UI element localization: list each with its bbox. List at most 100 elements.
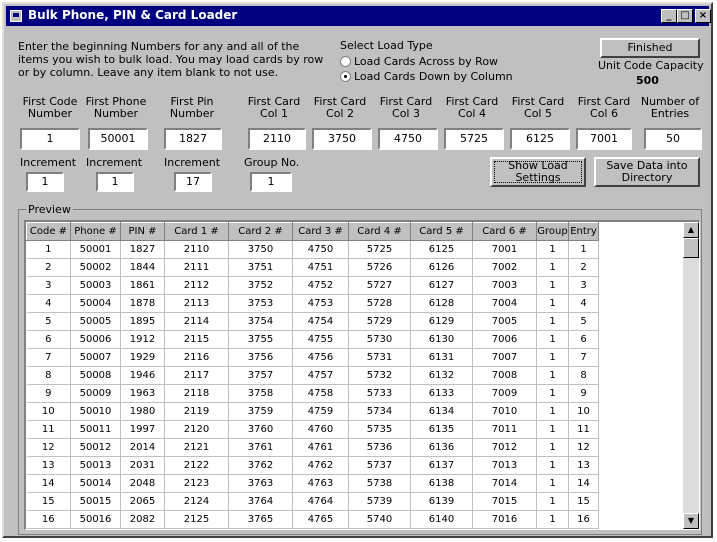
table-cell[interactable]: 7002 bbox=[472, 258, 537, 277]
table-cell[interactable]: 5738 bbox=[348, 474, 411, 493]
table-cell[interactable]: 1 bbox=[536, 294, 569, 313]
table-cell[interactable]: 6131 bbox=[410, 348, 473, 367]
column-header[interactable]: Entry bbox=[568, 222, 599, 241]
column-header[interactable]: Card 2 # bbox=[228, 222, 293, 241]
table-cell[interactable]: 6129 bbox=[410, 312, 473, 331]
first-card-col3-input[interactable]: 4750 bbox=[378, 128, 438, 150]
table-cell[interactable]: 2125 bbox=[164, 510, 229, 529]
table-cell[interactable]: 7 bbox=[26, 348, 71, 367]
table-cell[interactable]: 4760 bbox=[292, 420, 349, 439]
column-header[interactable]: Group bbox=[536, 222, 569, 241]
table-cell[interactable]: 7016 bbox=[472, 510, 537, 529]
first-pin-input[interactable]: 1827 bbox=[164, 128, 222, 150]
table-cell[interactable]: 7010 bbox=[472, 402, 537, 421]
table-cell[interactable]: 2121 bbox=[164, 438, 229, 457]
table-cell[interactable]: 2113 bbox=[164, 294, 229, 313]
table-cell[interactable]: 3751 bbox=[228, 258, 293, 277]
table-cell[interactable]: 3755 bbox=[228, 330, 293, 349]
table-cell[interactable]: 1895 bbox=[120, 312, 165, 331]
table-cell[interactable]: 7006 bbox=[472, 330, 537, 349]
table-cell[interactable]: 10 bbox=[26, 402, 71, 421]
table-cell[interactable]: 5730 bbox=[348, 330, 411, 349]
table-cell[interactable]: 2048 bbox=[120, 474, 165, 493]
table-cell[interactable]: 2 bbox=[568, 258, 599, 277]
table-cell[interactable]: 6130 bbox=[410, 330, 473, 349]
table-cell[interactable]: 4756 bbox=[292, 348, 349, 367]
table-cell[interactable]: 7015 bbox=[472, 492, 537, 511]
table-cell[interactable]: 6138 bbox=[410, 474, 473, 493]
table-cell[interactable]: 6127 bbox=[410, 276, 473, 295]
table-cell[interactable]: 4757 bbox=[292, 366, 349, 385]
first-card-col5-input[interactable]: 6125 bbox=[510, 128, 570, 150]
scroll-up-icon[interactable]: ▲ bbox=[683, 222, 699, 238]
column-header[interactable]: Phone # bbox=[70, 222, 121, 241]
table-cell[interactable]: 1 bbox=[536, 438, 569, 457]
table-cell[interactable]: 7009 bbox=[472, 384, 537, 403]
table-cell[interactable]: 5727 bbox=[348, 276, 411, 295]
table-cell[interactable]: 1827 bbox=[120, 240, 165, 259]
table-cell[interactable]: 50006 bbox=[70, 330, 121, 349]
radio-load-by-column[interactable] bbox=[340, 71, 351, 82]
table-cell[interactable]: 3753 bbox=[228, 294, 293, 313]
table-cell[interactable]: 1946 bbox=[120, 366, 165, 385]
table-cell[interactable]: 4752 bbox=[292, 276, 349, 295]
table-row[interactable]: 7 50007 1929 2116 3756 4756 5731 6131 7007 1 7 bbox=[26, 348, 599, 367]
table-cell[interactable]: 1 bbox=[536, 492, 569, 511]
radio-load-by-row-label[interactable]: Load Cards Across by Row bbox=[354, 56, 498, 68]
table-cell[interactable]: 12 bbox=[26, 438, 71, 457]
table-cell[interactable]: 6132 bbox=[410, 366, 473, 385]
table-cell[interactable]: 1 bbox=[536, 402, 569, 421]
table-cell[interactable]: 1844 bbox=[120, 258, 165, 277]
table-cell[interactable]: 6134 bbox=[410, 402, 473, 421]
table-cell[interactable]: 5739 bbox=[348, 492, 411, 511]
table-row[interactable]: 10 50010 1980 2119 3759 4759 5734 6134 7010 1 10 bbox=[26, 402, 599, 421]
table-cell[interactable]: 4759 bbox=[292, 402, 349, 421]
table-cell[interactable]: 50015 bbox=[70, 492, 121, 511]
table-cell[interactable]: 1 bbox=[568, 240, 599, 259]
table-cell[interactable]: 4755 bbox=[292, 330, 349, 349]
scroll-down-icon[interactable]: ▼ bbox=[683, 513, 699, 529]
table-cell[interactable]: 50008 bbox=[70, 366, 121, 385]
table-cell[interactable]: 3757 bbox=[228, 366, 293, 385]
table-cell[interactable]: 11 bbox=[568, 420, 599, 439]
table-cell[interactable]: 6133 bbox=[410, 384, 473, 403]
table-cell[interactable]: 1 bbox=[536, 420, 569, 439]
table-cell[interactable]: 2119 bbox=[164, 402, 229, 421]
maximize-button[interactable]: □ bbox=[677, 9, 693, 23]
table-cell[interactable]: 1 bbox=[536, 258, 569, 277]
table-cell[interactable]: 2116 bbox=[164, 348, 229, 367]
entries-input[interactable]: 50 bbox=[644, 128, 702, 150]
table-cell[interactable]: 5740 bbox=[348, 510, 411, 529]
group-number-input[interactable]: 1 bbox=[250, 172, 292, 192]
table-cell[interactable]: 1 bbox=[536, 384, 569, 403]
table-cell[interactable]: 4754 bbox=[292, 312, 349, 331]
table-cell[interactable]: 10 bbox=[568, 402, 599, 421]
table-cell[interactable]: 4751 bbox=[292, 258, 349, 277]
table-cell[interactable]: 2114 bbox=[164, 312, 229, 331]
table-cell[interactable]: 50002 bbox=[70, 258, 121, 277]
first-card-col4-input[interactable]: 5725 bbox=[444, 128, 504, 150]
table-cell[interactable]: 4764 bbox=[292, 492, 349, 511]
table-cell[interactable]: 3763 bbox=[228, 474, 293, 493]
table-cell[interactable]: 4753 bbox=[292, 294, 349, 313]
table-cell[interactable]: 1 bbox=[536, 474, 569, 493]
table-cell[interactable]: 1 bbox=[536, 240, 569, 259]
table-cell[interactable]: 8 bbox=[568, 366, 599, 385]
table-cell[interactable]: 2117 bbox=[164, 366, 229, 385]
app-icon[interactable] bbox=[10, 10, 22, 22]
table-cell[interactable]: 7001 bbox=[472, 240, 537, 259]
table-cell[interactable]: 6135 bbox=[410, 420, 473, 439]
table-row[interactable]: 6 50006 1912 2115 3755 4755 5730 6130 7006 1 6 bbox=[26, 330, 599, 349]
table-cell[interactable]: 7 bbox=[568, 348, 599, 367]
table-row[interactable]: 11 50011 1997 2120 3760 4760 5735 6135 7011 1 11 bbox=[26, 420, 599, 439]
table-row[interactable]: 15 50015 2065 2124 3764 4764 5739 6139 7015 1 15 bbox=[26, 492, 599, 511]
column-header[interactable]: Card 3 # bbox=[292, 222, 349, 241]
table-row[interactable]: 9 50009 1963 2118 3758 4758 5733 6133 7009 1 9 bbox=[26, 384, 599, 403]
table-cell[interactable]: 6136 bbox=[410, 438, 473, 457]
table-cell[interactable]: 3756 bbox=[228, 348, 293, 367]
table-cell[interactable]: 4761 bbox=[292, 438, 349, 457]
table-cell[interactable]: 4765 bbox=[292, 510, 349, 529]
table-cell[interactable]: 2110 bbox=[164, 240, 229, 259]
table-row[interactable]: 2 50002 1844 2111 3751 4751 5726 6126 7002 1 2 bbox=[26, 258, 599, 277]
table-cell[interactable]: 14 bbox=[26, 474, 71, 493]
